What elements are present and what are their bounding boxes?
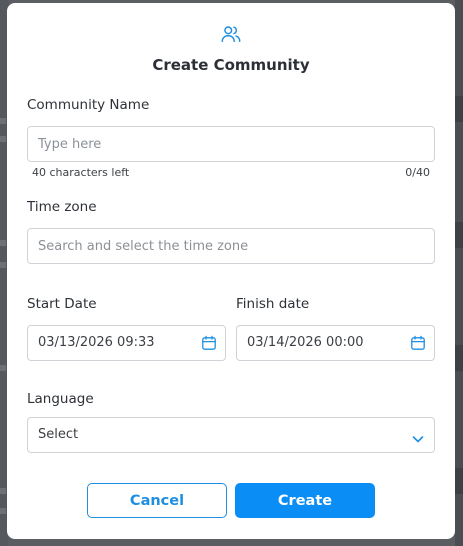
users-icon	[220, 23, 242, 45]
backdrop-band	[455, 222, 463, 248]
backdrop-fragment	[0, 365, 6, 371]
backdrop-band	[455, 96, 463, 122]
create-community-dialog: Create Community Community Name 40 chara…	[7, 3, 455, 539]
characters-left-text: 40 characters left	[32, 166, 130, 179]
time-zone-search-input[interactable]	[28, 229, 434, 263]
backdrop-fragment	[0, 118, 6, 124]
cancel-button[interactable]: Cancel	[87, 483, 227, 518]
community-name-field	[27, 126, 435, 162]
calendar-icon[interactable]	[410, 335, 426, 351]
start-date-value: 03/13/2026 09:33	[38, 335, 155, 350]
language-label: Language	[27, 391, 94, 407]
language-selected-value: Select	[38, 427, 79, 442]
start-date-field[interactable]: 03/13/2026 09:33	[27, 325, 226, 361]
backdrop-fragment	[0, 508, 6, 514]
create-button[interactable]: Create	[235, 483, 375, 518]
time-zone-label: Time zone	[27, 199, 97, 215]
start-date-label: Start Date	[27, 296, 97, 312]
backdrop-fragment	[0, 262, 6, 268]
character-counter: 0/40	[405, 166, 430, 179]
language-select[interactable]: Select	[27, 417, 435, 453]
finish-date-value: 03/14/2026 00:00	[247, 335, 364, 350]
chevron-down-icon	[412, 430, 424, 443]
community-name-label: Community Name	[27, 97, 150, 113]
backdrop-band	[455, 345, 463, 371]
backdrop-fragment	[0, 240, 6, 246]
dialog-title: Create Community	[152, 56, 310, 74]
time-zone-field	[27, 228, 435, 264]
backdrop-right	[455, 0, 463, 546]
calendar-icon[interactable]	[201, 335, 217, 351]
backdrop-fragment	[0, 136, 6, 142]
backdrop-fragment	[0, 488, 6, 494]
finish-date-field[interactable]: 03/14/2026 00:00	[236, 325, 435, 361]
backdrop-band	[455, 468, 463, 494]
finish-date-label: Finish date	[236, 296, 310, 312]
community-name-input[interactable]	[28, 127, 434, 161]
